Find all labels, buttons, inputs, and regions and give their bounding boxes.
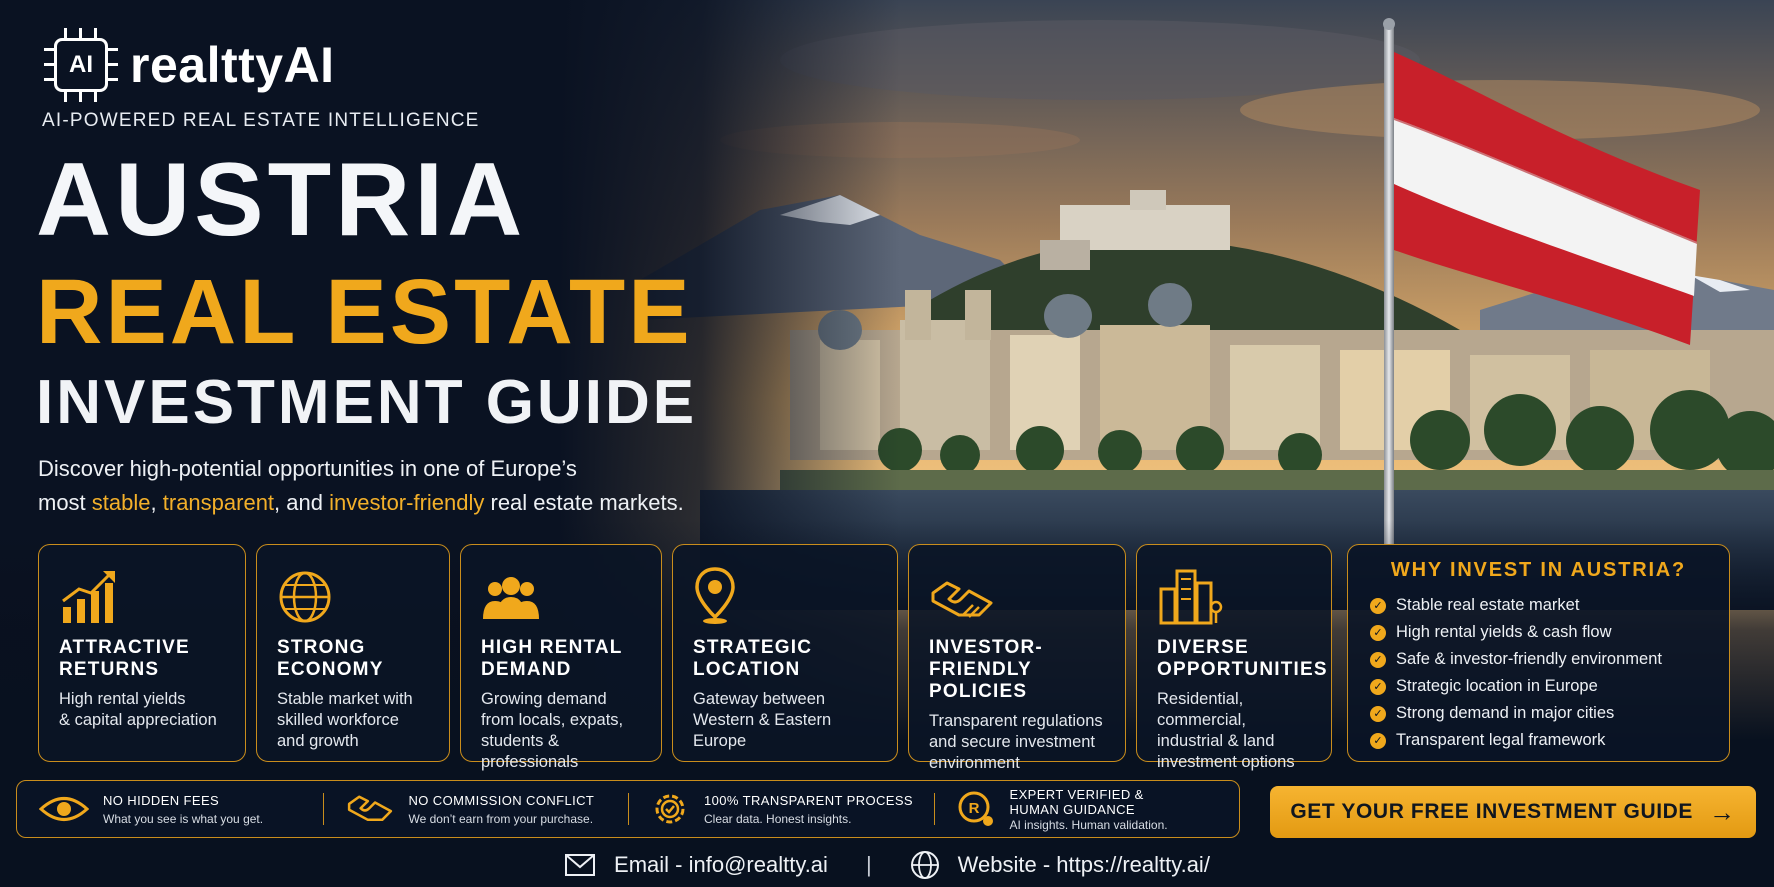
envelope-icon (565, 854, 596, 876)
headline-country: AUSTRIA (36, 142, 527, 258)
trust-no-commission-conflict: NO COMMISSION CONFLICT We don’t earn from… (322, 781, 629, 837)
arrow-right-icon: → (1709, 796, 1736, 827)
list-item: ✓ Transparent legal framework (1370, 727, 1707, 754)
chip-label: AI (54, 38, 108, 92)
trust-bar: NO HIDDEN FEES What you see is what you g… (16, 780, 1240, 838)
handshake-icon (929, 559, 1107, 625)
location-pin-icon (693, 559, 879, 625)
brand-logo[interactable]: AI realttyAI (44, 28, 335, 102)
check-icon: ✓ (1370, 732, 1386, 749)
highlight-transparent: transparent (162, 490, 275, 515)
why-invest-panel: WHY INVEST IN AUSTRIA? ✓ Stable real esta… (1347, 544, 1730, 762)
check-icon: ✓ (1370, 651, 1386, 668)
gear-check-icon (655, 794, 685, 824)
intro-text: Discover high-potential opportunities in… (38, 456, 684, 515)
feature-card-high-rental-demand: HIGH RENTAL DEMAND Growing demand from loc… (460, 544, 662, 771)
globe-icon (910, 851, 939, 879)
why-invest-list: ✓ Stable real estate market ✓ High rental … (1370, 592, 1707, 754)
svg-text:R: R (968, 800, 979, 817)
list-item: ✓ Strong demand in major cities (1370, 700, 1707, 727)
list-item: ✓ Strategic location in Europe (1370, 673, 1707, 700)
contact-footer: Email - info@realtty.ai | Website - http… (0, 850, 1774, 880)
get-free-guide-button[interactable]: GET YOUR FREE INVESTMENT GUIDE → (1270, 786, 1756, 838)
brand-name: realttyAI (130, 37, 335, 93)
website-link[interactable]: Website - https://realtty.ai/ (910, 850, 1210, 880)
feature-card-strong-economy: STRONG ECONOMY Stable market with skilled … (256, 544, 450, 762)
list-item: ✓ Safe & investor-friendly environment (1370, 646, 1707, 673)
buildings-icon (1157, 559, 1313, 625)
list-item: ✓ Stable real estate market (1370, 592, 1707, 619)
globe-icon (277, 559, 431, 625)
highlight-stable: stable (91, 490, 151, 515)
feature-card-attractive-returns: ATTRACTIVE RETURNS High rental yields & ca… (38, 544, 246, 762)
check-icon: ✓ (1370, 705, 1386, 722)
feature-card-strategic-location: STRATEGIC LOCATION Gateway between Western… (672, 544, 898, 762)
list-item: ✓ High rental yields & cash flow (1370, 619, 1707, 646)
why-invest-title: WHY INVEST IN AUSTRIA? (1390, 559, 1687, 581)
chart-growth-icon (59, 559, 227, 625)
brand-tagline: AI-POWERED REAL ESTATE INTELLIGENCE (42, 110, 480, 131)
check-icon: ✓ (1370, 624, 1386, 641)
ai-chip-icon: AI (44, 28, 118, 102)
headline-real-estate: REAL ESTATE (36, 261, 693, 363)
trust-no-hidden-fees: NO HIDDEN FEES What you see is what you g… (17, 781, 323, 837)
expert-badge-icon: R (958, 791, 993, 826)
feature-card-investor-friendly-policies: INVESTOR- FRIENDLY POLICIES Transparent r… (908, 544, 1126, 772)
trust-transparent-process: 100% TRANSPARENT PROCESS Clear data. Hone… (628, 781, 934, 837)
trust-expert-verified: R EXPERT VERIFIED & HUMAN GUIDANCE AI insi… (933, 781, 1240, 837)
handshake-icon (347, 795, 392, 822)
people-group-icon (481, 559, 643, 625)
footer-separator: | (865, 852, 872, 877)
check-icon: ✓ (1370, 597, 1386, 614)
check-icon: ✓ (1370, 678, 1386, 695)
feature-card-diverse-opportunities: DIVERSE OPPORTUNITIES Residential, commer… (1136, 544, 1332, 771)
highlight-investor-friendly: investor-friendly (329, 490, 485, 515)
eye-icon (39, 797, 89, 821)
headline-investment-guide: INVESTMENT GUIDE (36, 368, 698, 437)
email-link[interactable]: Email - info@realtty.ai (564, 852, 828, 878)
cta-label: GET YOUR FREE INVESTMENT GUIDE (1290, 800, 1694, 823)
